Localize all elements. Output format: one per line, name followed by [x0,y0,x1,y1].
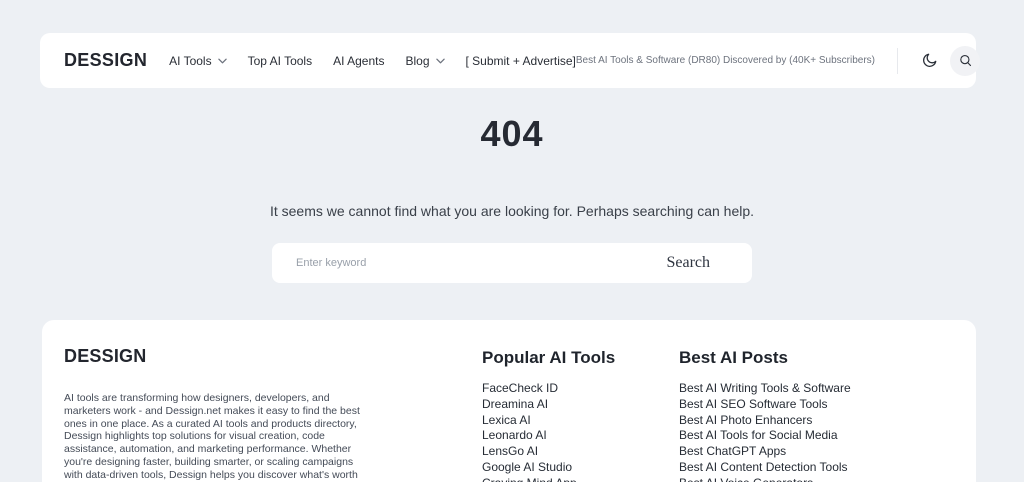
header-search-button[interactable] [950,46,980,76]
nav-item-top-ai-tools[interactable]: Top AI Tools [248,54,313,68]
chevron-down-icon [218,58,227,64]
footer-description: AI tools are transforming how designers,… [64,392,364,482]
footer-link-dreamina-ai[interactable]: Dreamina AI [482,397,679,413]
nav-item-label: [ Submit + Advertise] [466,54,576,68]
footer-link-best-ai-seo-tools[interactable]: Best AI SEO Software Tools [679,397,956,413]
search-form: Search [272,243,752,283]
search-input[interactable] [272,243,656,283]
search-submit-button[interactable]: Search [656,254,752,272]
header-right: Best AI Tools & Software (DR80) Discover… [576,46,980,76]
footer-link-leonardo-ai[interactable]: Leonardo AI [482,428,679,444]
footer-link-lensgo-ai[interactable]: LensGo AI [482,444,679,460]
best-posts-heading: Best AI Posts [679,348,956,368]
nav-item-submit-advertise[interactable]: [ Submit + Advertise] [466,54,576,68]
site-header: DESSIGN AI Tools Top AI Tools AI Agents … [40,33,976,88]
footer-link-lexica-ai[interactable]: Lexica AI [482,413,679,429]
nav-item-blog[interactable]: Blog [405,54,444,68]
footer-link-best-ai-voice-generators[interactable]: Best AI Voice Generators [679,476,956,482]
footer-link-best-ai-social-media-tools[interactable]: Best AI Tools for Social Media [679,428,956,444]
best-posts-list: Best AI Writing Tools & Software Best AI… [679,381,956,482]
header-tagline: Best AI Tools & Software (DR80) Discover… [576,55,875,66]
chevron-down-icon [436,58,445,64]
footer-link-craving-mind-app[interactable]: Craving Mind App [482,476,679,482]
footer-popular-tools-column: Popular AI Tools FaceCheck ID Dreamina A… [482,346,679,482]
error-message: It seems we cannot find what you are loo… [0,203,1024,219]
search-icon [958,53,973,68]
footer-logo: DESSIGN [64,346,386,367]
page: DESSIGN AI Tools Top AI Tools AI Agents … [0,0,1024,482]
popular-tools-heading: Popular AI Tools [482,348,679,368]
dark-mode-toggle[interactable] [914,46,944,76]
footer-link-facecheck-id[interactable]: FaceCheck ID [482,381,679,397]
nav-item-label: AI Tools [169,54,211,68]
nav-item-label: Top AI Tools [248,54,313,68]
site-footer: DESSIGN AI tools are transforming how de… [42,320,976,482]
main-content: 404 It seems we cannot find what you are… [0,88,1024,283]
moon-icon [921,52,938,69]
error-code-heading: 404 [0,113,1024,155]
nav-item-ai-tools[interactable]: AI Tools [169,54,226,68]
footer-best-posts-column: Best AI Posts Best AI Writing Tools & So… [679,346,956,482]
site-logo[interactable]: DESSIGN [64,50,147,71]
footer-link-google-ai-studio[interactable]: Google AI Studio [482,460,679,476]
nav-item-label: AI Agents [333,54,384,68]
footer-link-best-chatgpt-apps[interactable]: Best ChatGPT Apps [679,444,956,460]
header-divider [897,48,898,74]
footer-link-best-ai-content-detection[interactable]: Best AI Content Detection Tools [679,460,956,476]
nav-item-ai-agents[interactable]: AI Agents [333,54,384,68]
main-nav: AI Tools Top AI Tools AI Agents Blog [ S… [169,54,576,68]
nav-item-label: Blog [405,54,429,68]
popular-tools-list: FaceCheck ID Dreamina AI Lexica AI Leona… [482,381,679,482]
footer-about-column: DESSIGN AI tools are transforming how de… [64,346,386,482]
footer-link-best-ai-photo-enhancers[interactable]: Best AI Photo Enhancers [679,413,956,429]
footer-link-best-ai-writing-tools[interactable]: Best AI Writing Tools & Software [679,381,956,397]
